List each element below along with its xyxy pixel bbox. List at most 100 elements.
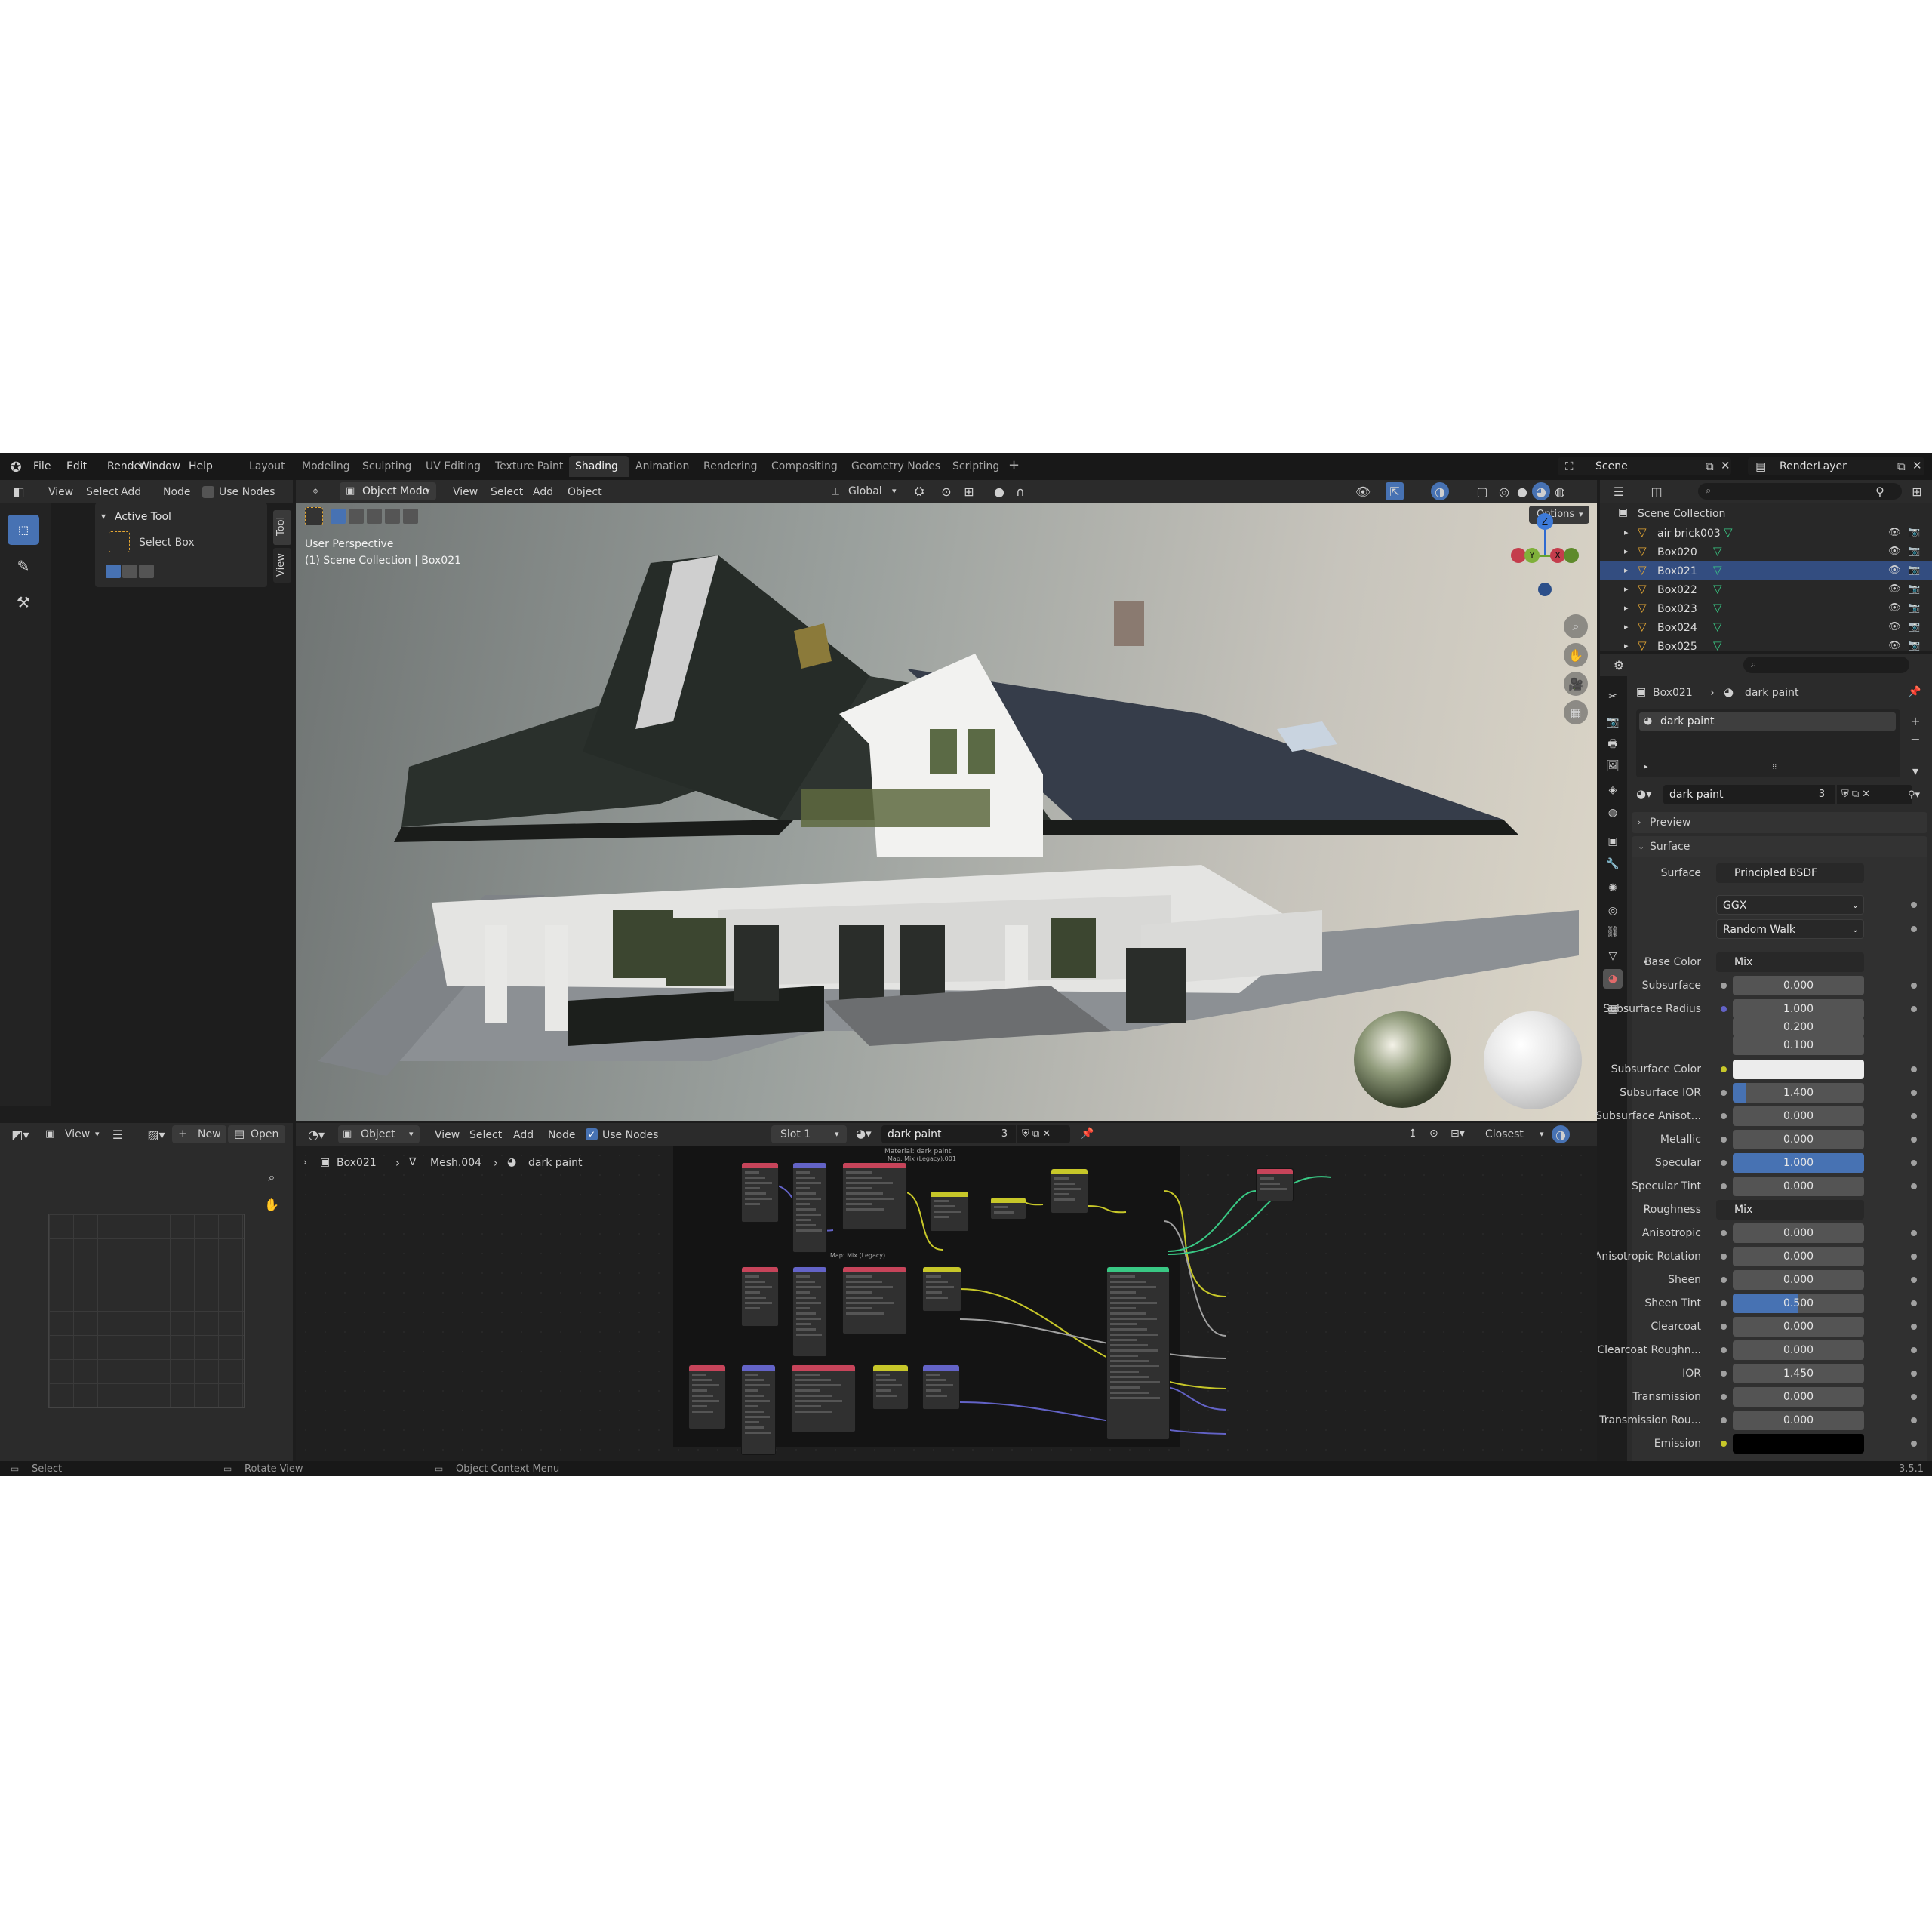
scene-selector[interactable]: ⛶ Scene ⧉ ✕ (1558, 457, 1731, 475)
image-editor-type-icon[interactable]: ◩▾ (8, 1126, 33, 1143)
zoom-icon[interactable]: ⌕ (1564, 614, 1588, 638)
tab-rendering[interactable]: Rendering (703, 460, 758, 472)
gizmo-y-neg-icon[interactable] (1564, 548, 1579, 563)
tab-compositing[interactable]: Compositing (771, 460, 838, 472)
outliner-item[interactable]: ▸ ▽ Box025 ▽ 👁 📷 (1600, 637, 1932, 655)
mesh-data-icon[interactable]: ▽ (1724, 527, 1733, 538)
shader-node[interactable] (990, 1197, 1026, 1220)
outliner-item[interactable]: ▸ ▽ Box023 ▽ 👁 📷 (1600, 599, 1932, 617)
mode-extend-icon[interactable] (122, 565, 137, 578)
outliner-item[interactable]: ▸ ▽ Box024 ▽ 👁 📷 (1600, 618, 1932, 636)
shader-node[interactable] (792, 1266, 827, 1357)
shader-node[interactable] (842, 1162, 907, 1230)
node-use-nodes-checkbox[interactable]: ✓ (586, 1128, 598, 1140)
pivot-icon[interactable]: ⛭ (909, 483, 930, 500)
socket-icon[interactable] (1721, 1347, 1727, 1353)
socket-icon[interactable] (1721, 1113, 1727, 1119)
shader-node[interactable] (741, 1162, 779, 1223)
outliner-item[interactable]: ▸ ▽ Box021 ▽ 👁 📷 (1600, 561, 1932, 580)
xray-icon[interactable]: ▢ (1473, 483, 1491, 500)
new-collection-icon[interactable]: ⊞ (1906, 483, 1927, 500)
pin-icon[interactable]: 📌 (1908, 687, 1921, 697)
material-selector[interactable]: ◕▾ dark paint 3 ⛨ ⧉ ✕ (1636, 785, 1915, 804)
node-menu-select[interactable]: Select (469, 1130, 502, 1140)
material-slot-list[interactable]: ◕ dark paint ▸ ⁝⁝ (1636, 709, 1900, 777)
camera-icon[interactable]: 📷 (1908, 565, 1920, 575)
socket-icon[interactable] (1721, 1371, 1727, 1377)
tab-modeling[interactable]: Modeling (302, 460, 350, 472)
overlay-toggle-icon[interactable]: ◑ (1431, 482, 1449, 500)
node-snap-icon[interactable]: ⊙ (1429, 1128, 1438, 1139)
object-icon[interactable]: ▣ (1603, 832, 1623, 851)
scene-icon[interactable]: ◈ (1603, 780, 1623, 800)
solid-shading-icon[interactable]: ● (1514, 483, 1531, 500)
image-editor-area[interactable]: ⌕ ✋ (0, 1146, 293, 1461)
socket-icon[interactable] (1721, 1300, 1727, 1306)
node-pin-icon[interactable]: 📌 (1081, 1128, 1094, 1139)
shader-node[interactable] (741, 1266, 779, 1327)
particles-icon[interactable]: ✺ (1603, 878, 1623, 898)
proportional-icon[interactable]: ● (990, 483, 1008, 500)
socket-icon[interactable] (1721, 1324, 1727, 1330)
gizmo-x-neg-icon[interactable] (1511, 548, 1526, 563)
camera-icon[interactable]: 📷 (1908, 528, 1920, 537)
scene-close-icon[interactable]: ✕ (1721, 460, 1730, 472)
wireframe-shading-icon[interactable]: ◎ (1496, 483, 1512, 500)
outliner-item[interactable]: ▸ ▽ air brick003 ▽ 👁 📷 (1600, 524, 1932, 542)
camera-view-icon[interactable]: 🎥 (1564, 672, 1588, 696)
number-field[interactable]: 1.450 (1733, 1364, 1864, 1383)
number-field[interactable]: 0.000 (1733, 1411, 1864, 1430)
blender-logo-icon[interactable]: ✪ (8, 459, 24, 475)
left-menu-view[interactable]: View (48, 487, 73, 497)
number-field[interactable]: 1.000 (1733, 999, 1864, 1019)
tab-sculpting[interactable]: Sculpting (362, 460, 411, 472)
menu-window[interactable]: Window (139, 461, 180, 472)
add-workspace-icon[interactable]: + (1008, 457, 1020, 473)
shader-node[interactable] (741, 1364, 776, 1455)
remove-slot-icon[interactable]: − (1906, 731, 1924, 747)
linked-input-field[interactable]: Mix (1716, 1200, 1864, 1220)
gizmo-x-icon[interactable]: X (1550, 548, 1565, 563)
node-material-name-field[interactable]: dark paint (881, 1125, 993, 1143)
surface-shader-field[interactable]: Principled BSDF (1716, 863, 1864, 883)
tab-uv-editing[interactable]: UV Editing (426, 460, 481, 472)
eye-icon[interactable]: 👁 (1888, 641, 1901, 651)
number-field[interactable]: 0.100 (1733, 1035, 1864, 1055)
color-swatch[interactable] (1733, 1060, 1864, 1079)
left-menu-select[interactable]: Select (86, 487, 118, 497)
socket-icon[interactable] (1721, 1090, 1727, 1096)
shader-node[interactable] (1256, 1168, 1294, 1201)
editor-type-icon[interactable]: ◧ (8, 483, 30, 500)
outliner-editor-icon[interactable]: ☰ (1607, 483, 1630, 500)
material-shading-icon[interactable]: ◕ (1532, 482, 1550, 500)
surface-panel-header[interactable]: ⌄ Surface (1632, 836, 1927, 857)
shader-node[interactable] (872, 1364, 909, 1410)
number-field[interactable]: 0.000 (1733, 1177, 1864, 1196)
shader-node[interactable] (1106, 1266, 1170, 1440)
tab-tool[interactable]: Tool (273, 510, 291, 545)
tab-view[interactable]: View (273, 548, 291, 583)
properties-editor-icon[interactable]: ⚙ (1607, 657, 1630, 673)
socket-icon[interactable] (1721, 1160, 1727, 1166)
number-field[interactable]: 1.000 (1733, 1153, 1864, 1173)
eye-icon[interactable]: 👁 (1888, 603, 1901, 613)
node-material-actions[interactable]: ⛨ ⧉ ✕ (1017, 1125, 1070, 1143)
tab-label-active[interactable]: Shading (575, 460, 618, 472)
layer-copy-icon[interactable]: ⧉ (1897, 461, 1906, 472)
display-mode-icon[interactable]: ◫ (1645, 483, 1668, 500)
socket-icon[interactable] (1721, 1006, 1727, 1012)
pan-hand-icon[interactable]: ✋ (1564, 643, 1588, 667)
properties-search-input[interactable]: ⌕ (1743, 657, 1909, 673)
rendered-shading-icon[interactable]: ◍ (1552, 483, 1568, 500)
data-icon[interactable]: ▽ (1603, 946, 1623, 966)
linked-input-field[interactable]: Mix (1716, 952, 1864, 972)
number-field[interactable]: 0.000 (1733, 1106, 1864, 1126)
camera-icon[interactable]: 📷 (1908, 622, 1920, 632)
physics-icon[interactable]: ◎ (1603, 901, 1623, 921)
material-name-field[interactable]: dark paint (1663, 785, 1808, 804)
eye-icon[interactable]: 👁 (1888, 546, 1901, 556)
mesh-data-icon[interactable]: ▽ (1713, 546, 1722, 557)
shader-node[interactable] (922, 1266, 961, 1312)
outliner-item[interactable]: ▸ ▽ Box020 ▽ 👁 📷 (1600, 543, 1932, 561)
viewport-menu-object[interactable]: Object (568, 487, 602, 497)
